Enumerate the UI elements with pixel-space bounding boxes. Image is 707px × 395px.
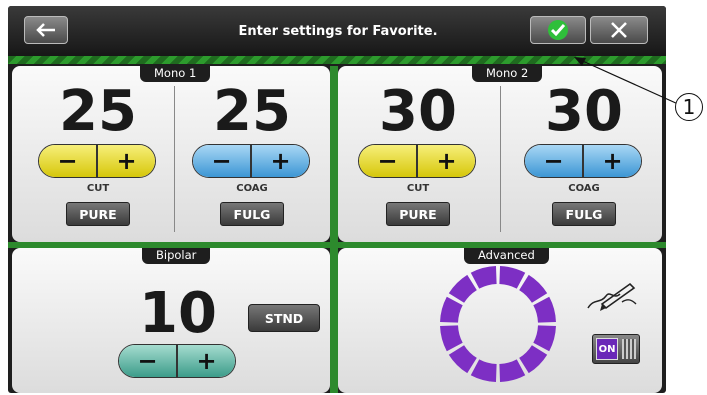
callout-number: 1: [675, 93, 703, 121]
callout-leader-line: [574, 57, 679, 105]
